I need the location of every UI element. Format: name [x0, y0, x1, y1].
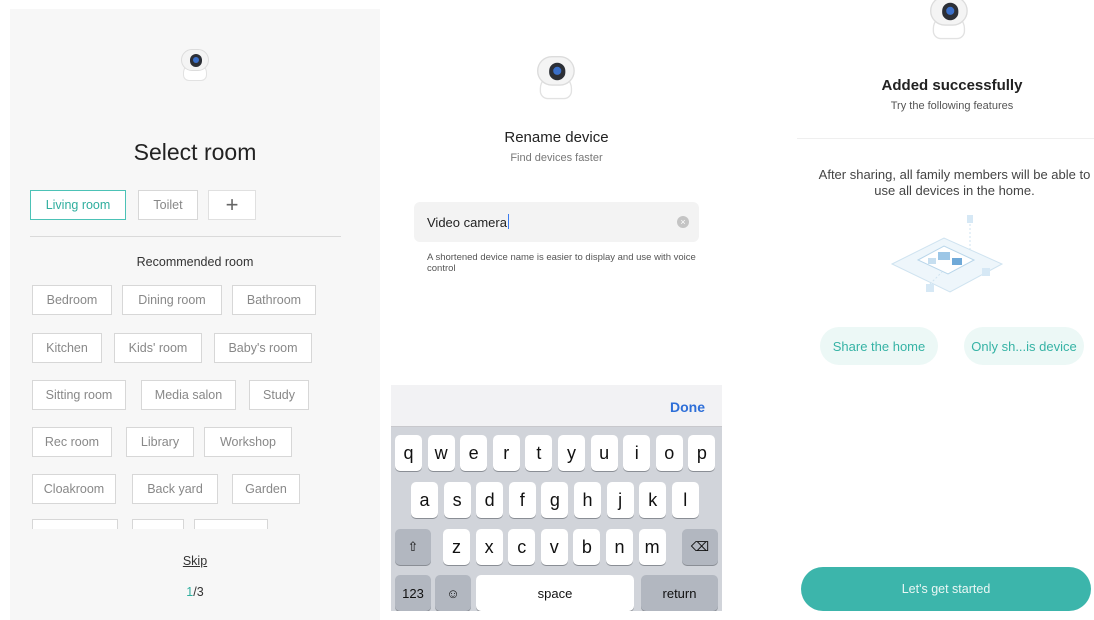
divider — [797, 138, 1094, 139]
key-u[interactable]: u — [590, 435, 618, 471]
key-e[interactable]: e — [460, 435, 488, 471]
key-b[interactable]: b — [573, 529, 601, 565]
key-g[interactable]: g — [541, 482, 569, 518]
plus-icon: + — [225, 192, 239, 217]
recommended-room-chip[interactable]: Garden — [232, 474, 300, 504]
get-started-button[interactable]: Let's get started — [801, 567, 1091, 611]
key-i[interactable]: i — [623, 435, 651, 471]
emoji-icon[interactable]: ☺ — [435, 575, 471, 611]
key-h[interactable]: h — [574, 482, 601, 518]
recommended-room-chip[interactable]: Baby's room — [214, 333, 312, 363]
key-j[interactable]: j — [606, 482, 634, 518]
page-title: Added successfully — [881, 77, 1023, 94]
recommended-heading: Recommended room — [136, 255, 254, 269]
page-title: Rename device — [504, 129, 609, 146]
sharing-description: After sharing, all family members will b… — [818, 167, 1091, 198]
added-successfully-screen: Added successfully Try the following fea… — [797, 0, 1094, 611]
key-m[interactable]: m — [638, 529, 666, 565]
share-home-button[interactable]: Share the home — [820, 327, 938, 365]
keyboard-toolbar: Done — [391, 385, 722, 427]
input-hint: A shortened device name is easier to dis… — [427, 252, 696, 274]
key-w[interactable]: w — [427, 435, 455, 471]
key-n[interactable]: n — [606, 529, 633, 565]
clear-icon[interactable]: × — [677, 216, 689, 228]
recommended-room-chip[interactable]: Rec room — [32, 427, 112, 457]
space-key[interactable]: space — [476, 575, 634, 611]
key-d[interactable]: d — [476, 482, 504, 518]
key-l[interactable]: l — [671, 482, 699, 518]
done-button[interactable]: Done — [670, 399, 705, 415]
recommended-room-chip[interactable]: Library — [126, 427, 194, 457]
text-cursor — [507, 214, 509, 229]
page-subtitle: Try the following features — [890, 100, 1014, 112]
device-name-value: Video camera — [427, 214, 509, 230]
key-k[interactable]: k — [639, 482, 667, 518]
key-c[interactable]: c — [508, 529, 536, 565]
key-r[interactable]: r — [492, 435, 520, 471]
key-z[interactable]: z — [443, 529, 470, 565]
key-v[interactable]: v — [540, 529, 568, 565]
recommended-room-chip[interactable]: Kids' room — [114, 333, 202, 363]
divider — [30, 236, 341, 237]
recommended-room-chip[interactable]: Kitchen — [32, 333, 102, 363]
device-name-text: Video camera — [427, 215, 507, 230]
page-title: Select room — [133, 139, 257, 165]
page-subtitle: Find devices faster — [510, 152, 603, 164]
return-key[interactable]: return — [641, 575, 718, 611]
recommended-room-chip-partial[interactable] — [194, 519, 268, 529]
recommended-room-chip[interactable]: Media salon — [141, 380, 236, 410]
room-chip-living-room[interactable]: Living room — [30, 190, 126, 220]
key-f[interactable]: f — [508, 482, 536, 518]
recommended-room-chip-partial[interactable] — [132, 519, 184, 529]
recommended-room-chip[interactable]: Workshop — [204, 427, 292, 457]
key-t[interactable]: t — [525, 435, 553, 471]
select-room-screen: Select room Living room Toilet + Recomme… — [10, 9, 380, 620]
key-a[interactable]: a — [411, 482, 438, 518]
key-s[interactable]: s — [443, 482, 471, 518]
key-p[interactable]: p — [688, 435, 716, 471]
share-device-button[interactable]: Only sh...is device — [964, 327, 1084, 365]
step-total: /3 — [193, 585, 204, 599]
key-o[interactable]: o — [655, 435, 683, 471]
recommended-room-chip-partial[interactable] — [32, 519, 118, 529]
numbers-key[interactable]: 123 — [395, 575, 431, 611]
step-indicator: 1/3 — [10, 585, 380, 599]
device-name-input[interactable]: Video camera × — [414, 202, 699, 242]
room-chip-toilet[interactable]: Toilet — [138, 190, 198, 220]
home-illustration — [890, 215, 1004, 293]
key-y[interactable]: y — [558, 435, 585, 471]
skip-link[interactable]: Skip — [10, 554, 380, 568]
recommended-room-chip[interactable]: Dining room — [122, 285, 222, 315]
recommended-room-chip[interactable]: Bathroom — [232, 285, 316, 315]
keyboard: Done q w e r t y u i o p a s d f g h j k l z x c v b n m ⇧ ⌫ 123 ☺ spa… — [391, 385, 722, 611]
recommended-room-chip[interactable]: Bedroom — [32, 285, 112, 315]
add-room-button[interactable]: + — [208, 190, 256, 220]
key-x[interactable]: x — [475, 529, 503, 565]
recommended-room-chip[interactable]: Study — [249, 380, 309, 410]
recommended-room-chip[interactable]: Back yard — [132, 474, 218, 504]
recommended-room-chip[interactable]: Cloakroom — [32, 474, 116, 504]
delete-icon[interactable]: ⌫ — [682, 529, 718, 565]
rename-device-screen: Rename device Find devices faster Video … — [391, 0, 722, 611]
key-q[interactable]: q — [395, 435, 422, 471]
recommended-room-chip[interactable]: Sitting room — [32, 380, 126, 410]
